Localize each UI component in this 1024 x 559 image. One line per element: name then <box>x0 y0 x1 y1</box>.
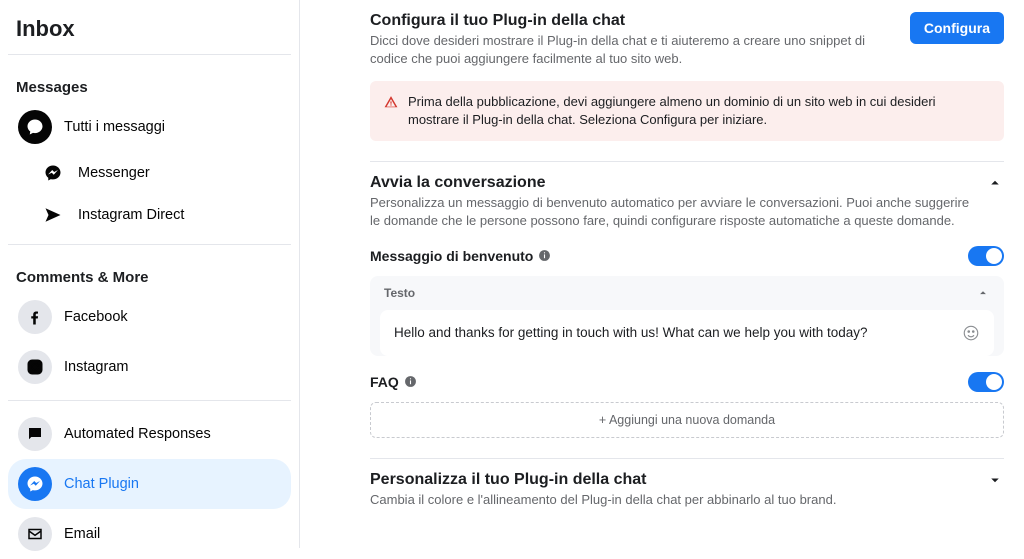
send-icon <box>40 202 66 228</box>
text-label: Testo <box>384 286 415 300</box>
sidebar-item-label: Email <box>64 526 100 542</box>
sidebar-item-label: Instagram Direct <box>78 207 184 223</box>
welcome-text-value: Hello and thanks for getting in touch wi… <box>394 325 954 340</box>
sidebar-item-label: Messenger <box>78 165 150 181</box>
chevron-up-icon[interactable] <box>976 286 990 300</box>
sidebar-item-label: Automated Responses <box>64 426 211 442</box>
instagram-icon <box>18 350 52 384</box>
welcome-text-input[interactable]: Hello and thanks for getting in touch wi… <box>380 310 994 356</box>
sidebar-item-facebook[interactable]: Facebook <box>8 292 291 342</box>
faq-toggle[interactable] <box>968 372 1004 392</box>
chevron-up-icon[interactable] <box>986 174 1004 192</box>
customize-subtitle: Cambia il colore e l'allineamento del Pl… <box>370 491 974 509</box>
add-question-button[interactable]: + Aggiungi una nuova domanda <box>370 402 1004 438</box>
chat-icon <box>18 110 52 144</box>
info-icon <box>404 375 417 388</box>
sidebar: Inbox Messages Tutti i messaggi Messenge… <box>0 0 300 548</box>
configure-block: Configura il tuo Plug-in della chat Dicc… <box>370 0 1004 162</box>
sidebar-item-instagram-direct[interactable]: Instagram Direct <box>8 194 291 236</box>
sidebar-item-label: Tutti i messaggi <box>64 119 165 135</box>
divider <box>8 400 291 401</box>
messenger-icon <box>18 467 52 501</box>
start-title: Avvia la conversazione <box>370 174 974 192</box>
sidebar-item-automated[interactable]: Automated Responses <box>8 409 291 459</box>
configure-button[interactable]: Configura <box>910 12 1004 44</box>
info-icon <box>538 249 551 262</box>
section-comments: Comments & More <box>8 253 291 292</box>
sidebar-item-email[interactable]: Email <box>8 509 291 559</box>
main-content: Configura il tuo Plug-in della chat Dicc… <box>300 0 1024 548</box>
alert-text: Prima della pubblicazione, devi aggiunge… <box>408 93 990 129</box>
automated-icon <box>18 417 52 451</box>
facebook-icon <box>18 300 52 334</box>
configure-subtitle: Dicci dove desideri mostrare il Plug-in … <box>370 32 898 67</box>
alert-box: Prima della pubblicazione, devi aggiunge… <box>370 81 1004 141</box>
customize-block: Personalizza il tuo Plug-in della chat C… <box>370 459 1004 529</box>
sidebar-item-all-messages[interactable]: Tutti i messaggi <box>8 102 291 152</box>
welcome-card: Testo Hello and thanks for getting in to… <box>370 276 1004 356</box>
section-messages: Messages <box>8 63 291 102</box>
configure-title: Configura il tuo Plug-in della chat <box>370 12 898 30</box>
sidebar-item-label: Chat Plugin <box>64 476 139 492</box>
email-icon <box>18 517 52 551</box>
chevron-down-icon[interactable] <box>986 471 1004 489</box>
welcome-toggle[interactable] <box>968 246 1004 266</box>
welcome-label: Messaggio di benvenuto <box>370 248 551 264</box>
start-subtitle: Personalizza un messaggio di benvenuto a… <box>370 194 974 229</box>
messenger-icon <box>40 160 66 186</box>
sidebar-item-messenger[interactable]: Messenger <box>8 152 291 194</box>
divider <box>8 244 291 245</box>
sidebar-item-label: Facebook <box>64 309 128 325</box>
emoji-icon[interactable] <box>962 324 980 342</box>
sidebar-item-chat-plugin[interactable]: Chat Plugin <box>8 459 291 509</box>
divider <box>8 54 291 55</box>
start-block: Avvia la conversazione Personalizza un m… <box>370 162 1004 458</box>
warning-icon <box>384 95 398 109</box>
faq-label: FAQ <box>370 374 417 390</box>
sidebar-item-instagram[interactable]: Instagram <box>8 342 291 392</box>
customize-title: Personalizza il tuo Plug-in della chat <box>370 471 974 489</box>
page-title: Inbox <box>8 8 291 46</box>
sidebar-item-label: Instagram <box>64 359 128 375</box>
